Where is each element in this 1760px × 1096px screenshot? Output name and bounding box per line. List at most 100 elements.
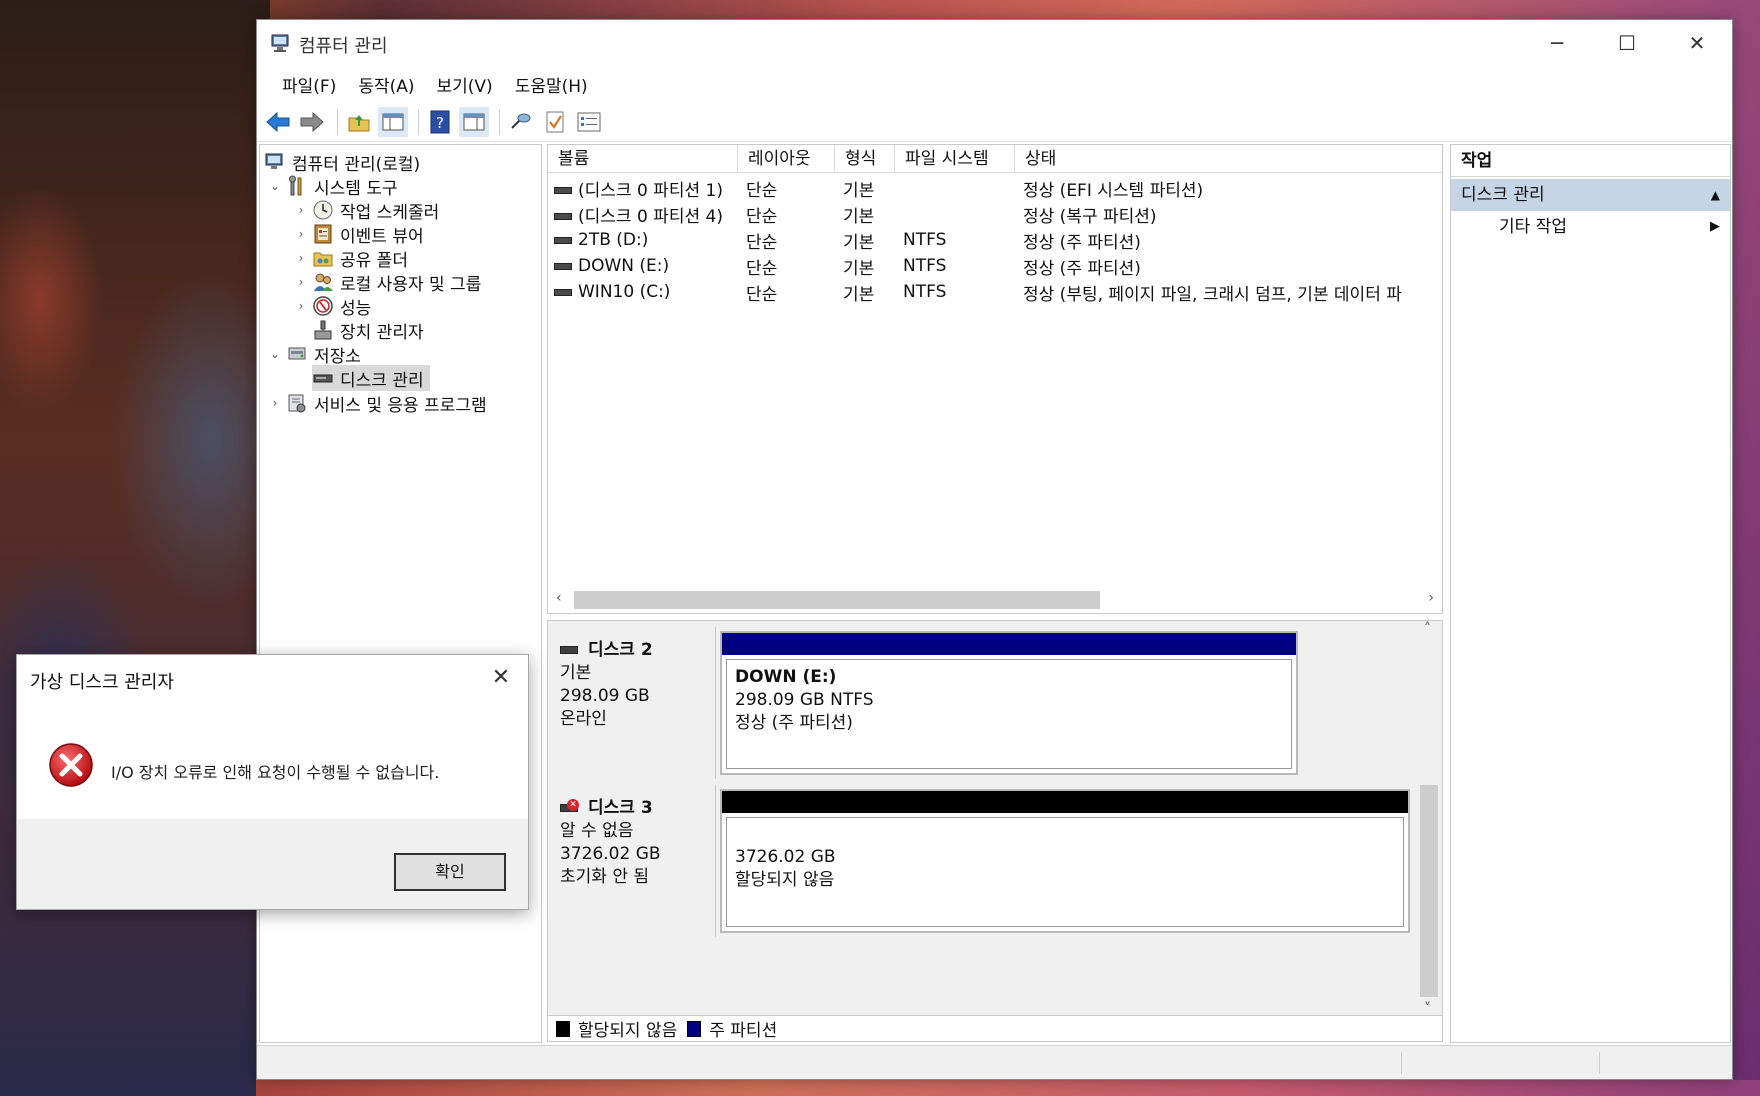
action-group-disk-management[interactable]: 디스크 관리 ▲ bbox=[1451, 179, 1730, 211]
menu-action[interactable]: 동작(A) bbox=[347, 66, 425, 102]
error-dialog: 가상 디스크 관리자 ✕ I/O 장치 오류로 인해 요청이 수행될 수 없습니… bbox=[16, 654, 529, 910]
clock-icon bbox=[312, 199, 334, 221]
cell-status: 정상 (주 파티션) bbox=[1023, 258, 1141, 279]
table-row[interactable]: (디스크 0 파티션 1) 단순 기본 정상 (EFI 시스템 파티션) bbox=[548, 176, 1442, 201]
storage-icon bbox=[286, 343, 308, 365]
vertical-scrollbar[interactable]: ˄ ˅ bbox=[1416, 621, 1442, 1017]
chevron-right-icon[interactable]: › bbox=[290, 251, 312, 265]
toolbar-separator bbox=[337, 108, 338, 135]
menu-help[interactable]: 도움말(H) bbox=[504, 66, 599, 102]
table-row[interactable]: DOWN (E:) 단순 기본 NTFS 정상 (주 파티션) bbox=[548, 254, 1442, 279]
tree-item-system-tools[interactable]: ⌄ 시스템 도구 bbox=[264, 173, 398, 199]
column-filesystem[interactable]: 파일 시스템 bbox=[895, 145, 1015, 173]
column-volume[interactable]: 볼륨 bbox=[548, 145, 738, 173]
submenu-arrow-icon: ▶ bbox=[1710, 219, 1720, 234]
help-icon[interactable]: ? bbox=[425, 107, 455, 137]
ok-button[interactable]: 확인 bbox=[394, 853, 506, 891]
properties-icon[interactable] bbox=[574, 107, 604, 137]
error-icon bbox=[47, 741, 95, 794]
chevron-right-icon[interactable]: › bbox=[290, 203, 312, 217]
cell-status: 정상 (부팅, 페이지 파일, 크래시 덤프, 기본 데이터 파 bbox=[1023, 284, 1402, 305]
cell-layout: 단순 bbox=[746, 258, 778, 279]
scrollbar-thumb[interactable] bbox=[1420, 785, 1438, 997]
cell-volume: DOWN (E:) bbox=[548, 256, 738, 276]
action-more[interactable]: 기타 작업 ▶ bbox=[1451, 211, 1730, 243]
tools-icon bbox=[286, 175, 308, 197]
cell-volume: WIN10 (C:) bbox=[548, 282, 738, 302]
column-layout[interactable]: 레이아웃 bbox=[738, 145, 835, 173]
disk-icon bbox=[560, 646, 578, 654]
tree-item-storage[interactable]: ⌄ 저장소 bbox=[264, 341, 361, 367]
table-row[interactable]: 2TB (D:) 단순 기본 NTFS 정상 (주 파티션) bbox=[548, 228, 1442, 253]
chevron-right-icon[interactable]: › bbox=[290, 227, 312, 241]
menu-file[interactable]: 파일(F) bbox=[271, 66, 347, 102]
partition-body: DOWN (E:) 298.09 GB NTFS 정상 (주 파티션) bbox=[726, 659, 1292, 769]
toolbar-separator bbox=[499, 108, 500, 135]
chevron-right-icon[interactable]: › bbox=[264, 396, 286, 410]
performance-icon bbox=[312, 295, 334, 317]
scrollbar-thumb[interactable] bbox=[574, 591, 1100, 609]
forward-arrow-icon[interactable] bbox=[297, 107, 327, 137]
disk-row-3[interactable]: ✕ 디스크 3 알 수 없음 3726.02 GB 초기화 안 됨 3726.0… bbox=[548, 785, 1410, 937]
tree-item-event-viewer[interactable]: › 이벤트 뷰어 bbox=[290, 221, 424, 247]
disk-info[interactable]: ✕ 디스크 3 알 수 없음 3726.02 GB 초기화 안 됨 bbox=[548, 785, 716, 937]
back-arrow-icon[interactable] bbox=[263, 107, 293, 137]
dialog-close-button[interactable]: ✕ bbox=[486, 663, 516, 693]
cell-layout: 단순 bbox=[746, 284, 778, 305]
disk-name: 디스크 2 bbox=[588, 640, 653, 660]
unallocated-bar bbox=[722, 791, 1408, 813]
list-header: 볼륨 레이아웃 형식 파일 시스템 상태 bbox=[548, 145, 1442, 173]
tree-item-task-scheduler[interactable]: › 작업 스케줄러 bbox=[290, 197, 439, 223]
cell-type: 기본 bbox=[843, 258, 875, 279]
chevron-right-icon[interactable]: › bbox=[290, 275, 312, 289]
tree-item-local-users[interactable]: › 로컬 사용자 및 그룹 bbox=[290, 269, 481, 295]
status-divider bbox=[1599, 1052, 1600, 1074]
column-status[interactable]: 상태 bbox=[1015, 145, 1442, 173]
check-icon[interactable] bbox=[540, 107, 570, 137]
unallocated-region[interactable]: 3726.02 GB 할당되지 않음 bbox=[720, 789, 1410, 933]
close-button[interactable]: ✕ bbox=[1662, 20, 1732, 66]
tree-label: 디스크 관리 bbox=[340, 370, 424, 391]
disk-icon bbox=[554, 187, 572, 194]
horizontal-scrollbar[interactable]: ‹ › bbox=[548, 587, 1442, 613]
chevron-down-icon[interactable]: ⌄ bbox=[264, 179, 286, 193]
connect-icon[interactable] bbox=[506, 107, 536, 137]
show-hide-action-icon[interactable] bbox=[459, 106, 489, 137]
cell-status: 정상 (EFI 시스템 파티션) bbox=[1023, 180, 1204, 201]
scroll-left-icon[interactable]: ‹ bbox=[556, 590, 562, 606]
disk-name: 디스크 3 bbox=[588, 798, 653, 818]
tree-item-performance[interactable]: › 성능 bbox=[290, 293, 371, 319]
primary-partition-bar bbox=[722, 633, 1296, 655]
disk-icon bbox=[554, 262, 572, 270]
scroll-up-icon[interactable]: ˄ bbox=[1424, 621, 1431, 637]
scroll-right-icon[interactable]: › bbox=[1428, 590, 1434, 606]
tree-item-disk-management[interactable]: 디스크 관리 bbox=[312, 365, 430, 391]
disk-row-2[interactable]: 디스크 2 기본 298.09 GB 온라인 DOWN (E:) 298.09 … bbox=[548, 627, 1410, 779]
maximize-button[interactable]: ☐ bbox=[1592, 20, 1662, 66]
partition-status: 정상 (주 파티션) bbox=[735, 713, 853, 733]
cell-filesystem: NTFS bbox=[903, 282, 947, 302]
shared-folder-icon bbox=[312, 247, 334, 269]
menu-bar: 파일(F) 동작(A) 보기(V) 도움말(H) bbox=[257, 66, 1732, 102]
toolbar-separator bbox=[418, 108, 419, 135]
collapse-icon[interactable]: ▲ bbox=[1711, 179, 1720, 211]
tree-item-services[interactable]: › 서비스 및 응용 프로그램 bbox=[264, 390, 487, 416]
cell-filesystem: NTFS bbox=[903, 256, 947, 276]
show-hide-tree-icon[interactable] bbox=[378, 106, 408, 137]
menu-view[interactable]: 보기(V) bbox=[426, 66, 504, 102]
minimize-button[interactable]: ─ bbox=[1522, 20, 1592, 66]
tree-item-shared-folders[interactable]: › 공유 폴더 bbox=[290, 245, 408, 271]
column-type[interactable]: 형식 bbox=[835, 145, 895, 173]
disk-info[interactable]: 디스크 2 기본 298.09 GB 온라인 bbox=[548, 627, 716, 779]
chevron-down-icon[interactable]: ⌄ bbox=[264, 347, 286, 361]
table-row[interactable]: (디스크 0 파티션 4) 단순 기본 정상 (복구 파티션) bbox=[548, 202, 1442, 227]
cell-type: 기본 bbox=[843, 206, 875, 227]
tree-item-device-manager[interactable]: 장치 관리자 bbox=[312, 317, 424, 343]
chevron-right-icon[interactable]: › bbox=[290, 299, 312, 313]
tree-root[interactable]: 컴퓨터 관리(로컬) bbox=[264, 149, 420, 175]
dialog-footer: 확인 bbox=[17, 819, 528, 909]
cell-volume: (디스크 0 파티션 1) bbox=[548, 176, 738, 201]
table-row[interactable]: WIN10 (C:) 단순 기본 NTFS 정상 (부팅, 페이지 파일, 크래… bbox=[548, 280, 1442, 305]
partition-down-e[interactable]: DOWN (E:) 298.09 GB NTFS 정상 (주 파티션) bbox=[720, 631, 1298, 775]
up-folder-icon[interactable] bbox=[344, 107, 374, 137]
